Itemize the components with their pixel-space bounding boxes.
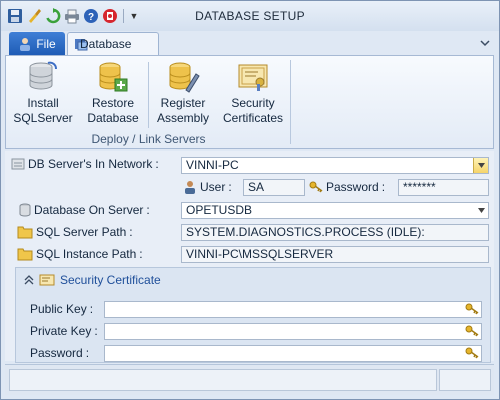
- user-icon: [185, 181, 195, 194]
- install-label-1: Install: [27, 96, 59, 110]
- window-title: DATABASE SETUP: [195, 9, 305, 23]
- colon: :: [155, 157, 159, 171]
- status-panel-secondary: [439, 369, 491, 391]
- key-icon[interactable]: [465, 346, 479, 360]
- colon: :: [129, 225, 133, 239]
- status-bar: [5, 364, 494, 395]
- tab-file-label: File: [36, 36, 56, 51]
- sql-server-path-label-row: SQL Server Path :: [17, 225, 133, 239]
- security-certificates-button[interactable]: Security Certificates: [218, 60, 288, 126]
- password-label: Password: [326, 180, 379, 194]
- install-label-2: SQLServer: [13, 111, 73, 125]
- cert-password-label-row: Password :: [30, 346, 89, 360]
- tab-database[interactable]: Database: [67, 32, 159, 55]
- security-certificate-title: Security Certificate: [60, 273, 161, 287]
- ribbon-minimize-icon[interactable]: [479, 37, 491, 49]
- database-setup-window: ? ▼ DATABASE SETUP File Database Install…: [0, 0, 500, 400]
- private-key-label-row: Private Key :: [30, 324, 98, 338]
- colon: :: [94, 324, 98, 338]
- cert-password-label: Password: [30, 346, 83, 360]
- register-label-1: Register: [160, 96, 206, 110]
- private-key-label: Private Key: [30, 324, 92, 338]
- security-certificate-header[interactable]: Security Certificate: [24, 273, 161, 287]
- sql-instance-path-value: VINNI-PC\MSSQLSERVER: [186, 247, 334, 261]
- key-icon[interactable]: [465, 324, 479, 338]
- user-label-row: User :: [183, 180, 232, 194]
- user-value: SA: [248, 180, 265, 194]
- sql-server-path-label: SQL Server Path: [36, 225, 127, 239]
- user-label: User: [200, 180, 226, 194]
- public-key-label: Public Key: [30, 302, 87, 316]
- register-label-2: Assembly: [156, 111, 209, 125]
- private-key-field[interactable]: [104, 323, 482, 340]
- restore-label-1: Restore: [91, 96, 135, 110]
- security-certificate-panel: Security Certificate Public Key : Privat…: [15, 267, 491, 363]
- database-icon: [19, 203, 31, 217]
- ribbon-group-label: Deploy / Link Servers: [91, 132, 206, 146]
- sql-instance-path-label-row: SQL Instance Path :: [17, 247, 143, 261]
- restore-label-2: Database: [87, 111, 139, 125]
- db-server-label: DB Server's In Network: [28, 157, 153, 171]
- db-on-server-value: OPETUSDB: [186, 203, 253, 217]
- security-label-2: Certificates: [222, 111, 284, 125]
- db-on-server-combo[interactable]: OPETUSDB: [181, 202, 489, 219]
- sql-server-path-value: SYSTEM.DIAGNOSTICS.PROCESS (IDLE):: [186, 225, 425, 239]
- database-install-icon: [29, 61, 57, 90]
- colon: :: [139, 247, 143, 261]
- ribbon-panel: Install SQLServer Restore Database Regis…: [5, 55, 494, 149]
- register-assembly-button[interactable]: Register Assembly: [150, 60, 216, 126]
- password-label-row: Password :: [309, 180, 385, 194]
- user-field[interactable]: SA: [243, 179, 305, 196]
- tab-database-label: Database: [80, 37, 132, 51]
- sql-instance-path-label: SQL Instance Path: [36, 247, 137, 261]
- db-on-server-label: Database On Server: [34, 203, 144, 217]
- restore-database-button[interactable]: Restore Database: [80, 60, 146, 126]
- db-on-server-label-row: Database On Server :: [19, 203, 150, 217]
- db-server-label-row: DB Server's In Network :: [11, 157, 159, 171]
- setup-form: DB Server's In Network : VINNI-PC User :…: [5, 151, 494, 363]
- ribbon-separator: [148, 62, 149, 128]
- sql-instance-path-field[interactable]: VINNI-PC\MSSQLSERVER: [181, 246, 489, 263]
- ribbon-tabs: File Database: [1, 31, 499, 55]
- colon: :: [228, 180, 232, 194]
- chevron-down-icon[interactable]: [473, 158, 488, 173]
- key-icon[interactable]: [465, 302, 479, 316]
- install-sqlserver-button[interactable]: Install SQLServer: [10, 60, 76, 126]
- colon: :: [89, 302, 94, 316]
- tab-file[interactable]: File: [9, 32, 65, 55]
- collapse-icon[interactable]: [24, 275, 34, 285]
- colon: :: [85, 346, 90, 360]
- status-panel-main: [9, 369, 437, 391]
- server-icon: [11, 158, 25, 170]
- folder-icon: [17, 248, 33, 261]
- person-icon: [20, 37, 31, 51]
- sql-server-path-field[interactable]: SYSTEM.DIAGNOSTICS.PROCESS (IDLE):: [181, 224, 489, 241]
- database-register-icon: [169, 62, 200, 93]
- colon: :: [146, 203, 150, 217]
- certificate-icon: [39, 274, 55, 286]
- password-value: *******: [403, 180, 436, 194]
- certificate-icon: [238, 64, 268, 91]
- database-restore-icon: [99, 62, 128, 92]
- colon: :: [381, 180, 386, 194]
- key-icon: [309, 181, 323, 193]
- cert-password-field[interactable]: [104, 345, 482, 362]
- public-key-label-row: Public Key :: [30, 302, 93, 316]
- folder-icon: [17, 226, 33, 239]
- password-field[interactable]: *******: [398, 179, 489, 196]
- security-label-1: Security: [231, 96, 275, 110]
- title-bar: ? ▼ DATABASE SETUP: [1, 1, 499, 31]
- public-key-field[interactable]: [104, 301, 482, 318]
- chevron-down-icon[interactable]: [474, 203, 488, 218]
- db-server-combo[interactable]: VINNI-PC: [181, 157, 489, 174]
- db-server-value: VINNI-PC: [186, 158, 239, 172]
